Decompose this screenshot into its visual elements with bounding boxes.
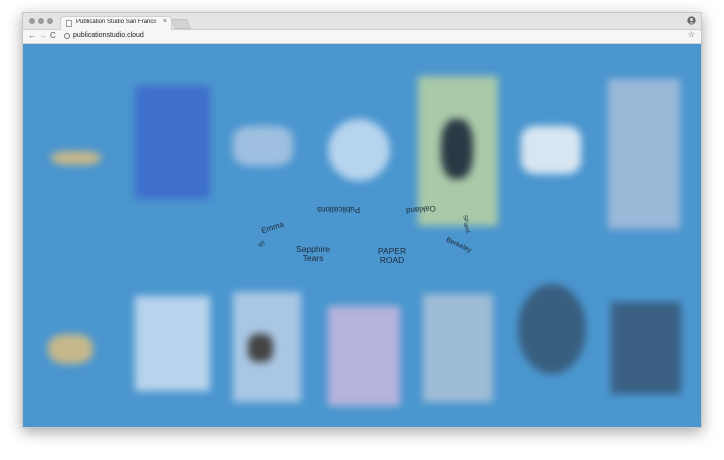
- center-item-paper-road[interactable]: PAPER ROAD: [370, 247, 414, 265]
- blurred-item: [441, 119, 473, 179]
- bookmark-star-icon[interactable]: ☆: [688, 30, 695, 39]
- blurred-item: [248, 334, 273, 362]
- blurred-item: [328, 306, 400, 406]
- blurred-item: [48, 334, 93, 364]
- reload-button[interactable]: C: [50, 31, 56, 40]
- browser-window: Publication Studio San Francisco × ← → C…: [22, 12, 702, 428]
- tab-title: Publication Studio San Francisco: [76, 19, 156, 25]
- browser-tab[interactable]: Publication Studio San Francisco ×: [60, 16, 172, 30]
- center-item-line: Tears: [302, 253, 324, 263]
- blurred-item: [423, 294, 493, 402]
- blurred-item: [233, 126, 293, 166]
- page-icon: [66, 20, 72, 27]
- blurred-item: [608, 79, 680, 229]
- address-bar[interactable]: publicationstudio.cloud: [73, 32, 144, 39]
- title-bar: Publication Studio San Francisco ×: [23, 13, 701, 30]
- blurred-item: [51, 151, 101, 165]
- blurred-item: [611, 302, 681, 394]
- blurred-item: [521, 126, 581, 174]
- forward-button[interactable]: →: [39, 31, 47, 40]
- blurred-item: [328, 119, 390, 181]
- back-button[interactable]: ←: [28, 31, 36, 40]
- blurred-background-gallery: [23, 44, 701, 427]
- center-item-sapphire-tears[interactable]: Sapphire Tears: [291, 245, 335, 263]
- minimize-window-button[interactable]: [38, 18, 44, 24]
- tab-close-icon[interactable]: ×: [163, 18, 167, 25]
- zoom-window-button[interactable]: [47, 18, 53, 24]
- close-window-button[interactable]: [29, 18, 35, 24]
- circle-label[interactable]: Publications: [317, 205, 360, 214]
- new-tab-button[interactable]: [171, 19, 191, 29]
- page-viewport: Emma Publications Oakland Berkeley and S…: [23, 44, 701, 427]
- browser-toolbar: ← → C publicationstudio.cloud ☆: [23, 30, 701, 44]
- blurred-item: [135, 86, 210, 199]
- center-item-line: ROAD: [379, 255, 405, 265]
- info-icon[interactable]: [64, 33, 70, 39]
- circle-label[interactable]: SF: [462, 215, 469, 223]
- blurred-item: [518, 284, 586, 374]
- blurred-item: [135, 296, 210, 391]
- profile-icon[interactable]: [687, 16, 696, 25]
